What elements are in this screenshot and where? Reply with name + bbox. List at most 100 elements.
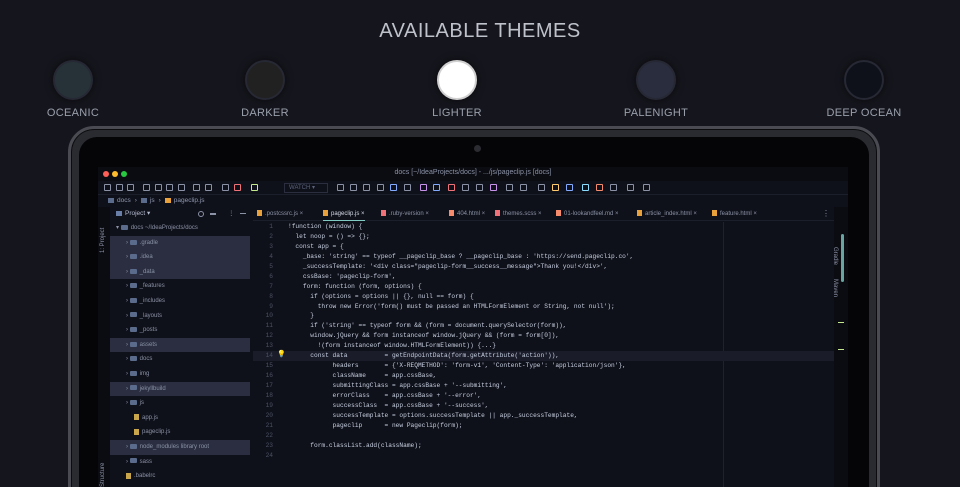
- toolbar-icon[interactable]: [582, 184, 589, 191]
- toolbar-icon[interactable]: [104, 184, 111, 191]
- close-tab-icon[interactable]: ×: [359, 211, 365, 217]
- change-marker[interactable]: [838, 349, 844, 350]
- toolbar-icon[interactable]: [538, 184, 545, 191]
- maven-tool-tab[interactable]: Maven: [832, 279, 838, 297]
- code-area[interactable]: 1 !function (window) {2 let noop = () => …: [253, 222, 834, 487]
- toolbar-icon[interactable]: [251, 184, 258, 191]
- code-line[interactable]: 10 }: [253, 311, 834, 321]
- code-line[interactable]: 24: [253, 451, 834, 461]
- theme-option-deep-ocean[interactable]: DEEP OCEAN: [804, 60, 924, 119]
- tree-item[interactable]: › .gradle: [110, 235, 250, 251]
- toolbar-icon[interactable]: [193, 184, 200, 191]
- code-line[interactable]: 4 _base: 'string' == typeof __pageclip_b…: [253, 252, 834, 262]
- tree-item[interactable]: › _features: [110, 279, 250, 294]
- editor-tab[interactable]: 01-lookandfeel.md ×: [556, 207, 619, 221]
- code-line[interactable]: 21 pageclip = new Pageclip(form);: [253, 421, 834, 431]
- toolbar-icon[interactable]: [222, 184, 229, 191]
- theme-swatch[interactable]: [53, 60, 93, 100]
- code-line[interactable]: 5 _successTemplate: '<div class="pagecli…: [253, 262, 834, 272]
- tree-item[interactable]: app.js: [110, 411, 250, 426]
- project-tool-tab[interactable]: 1: Project: [100, 228, 106, 253]
- tree-item[interactable]: › .idea: [110, 250, 250, 265]
- breadcrumb-item[interactable]: pageclip.js: [174, 197, 205, 204]
- tree-item[interactable]: › img: [110, 367, 250, 382]
- code-line[interactable]: 6 cssBase: 'pageclip-form',: [253, 272, 834, 282]
- theme-option-lighter[interactable]: LIGHTER: [397, 60, 517, 119]
- toolbar-icon[interactable]: [143, 184, 150, 191]
- code-line[interactable]: 16 className = app.cssBase,: [253, 371, 834, 381]
- editor-tab[interactable]: 404.html ×: [449, 207, 485, 221]
- toolbar-icon[interactable]: [566, 184, 573, 191]
- theme-option-palenight[interactable]: PALENIGHT: [596, 60, 716, 119]
- tree-item[interactable]: › js: [110, 396, 250, 411]
- toolbar-icon[interactable]: [627, 184, 634, 191]
- code-line[interactable]: 22: [253, 431, 834, 441]
- code-editor[interactable]: .postcssrc.js × pageclip.js × .ruby-versio…: [253, 207, 834, 487]
- toolbar-icon[interactable]: [448, 184, 455, 191]
- project-panel-label[interactable]: Project: [125, 210, 145, 217]
- code-line[interactable]: 3 const app = {: [253, 242, 834, 252]
- tree-item[interactable]: › _posts: [110, 323, 250, 338]
- code-line[interactable]: 19 successClass = app.cssBase + '--succe…: [253, 401, 834, 411]
- change-marker[interactable]: [838, 322, 844, 323]
- code-line[interactable]: 2 let noop = () => {};: [253, 232, 834, 242]
- toolbar-icon[interactable]: [205, 184, 212, 191]
- code-line[interactable]: 17 submittingClass = app.cssBase + '--su…: [253, 381, 834, 391]
- toolbar-icon[interactable]: [490, 184, 497, 191]
- breadcrumb-item[interactable]: js: [150, 197, 155, 204]
- code-line[interactable]: 8 if (options = options || {}, null == f…: [253, 292, 834, 302]
- tree-item[interactable]: › _layouts: [110, 309, 250, 324]
- toolbar-icon[interactable]: [433, 184, 440, 191]
- breadcrumb-item[interactable]: docs: [117, 197, 131, 204]
- code-line[interactable]: 18 errorClass = app.cssBase + '--error',: [253, 391, 834, 401]
- editor-tab[interactable]: themes.scss ×: [495, 207, 542, 221]
- editor-tab[interactable]: pageclip.js ×: [323, 207, 365, 221]
- editor-tab[interactable]: .postcssrc.js ×: [257, 207, 303, 221]
- toolbar-icon[interactable]: [643, 184, 650, 191]
- tree-item[interactable]: › node_modules library root: [110, 439, 250, 455]
- gradle-tool-tab[interactable]: Gradle: [832, 247, 838, 265]
- more-options-icon[interactable]: ⋮: [228, 207, 235, 221]
- toolbar-icon[interactable]: [377, 184, 384, 191]
- close-tab-icon[interactable]: ×: [480, 211, 486, 217]
- theme-swatch[interactable]: [437, 60, 477, 100]
- toolbar-icon[interactable]: [476, 184, 483, 191]
- toolbar-icon[interactable]: [520, 184, 527, 191]
- collapse-icon[interactable]: [210, 213, 216, 215]
- close-tab-icon[interactable]: ×: [424, 211, 429, 217]
- code-line[interactable]: 1 !function (window) {: [253, 222, 834, 232]
- close-tab-icon[interactable]: ×: [298, 211, 304, 217]
- code-line[interactable]: 9 throw new Error('form() must be passed…: [253, 302, 834, 312]
- tree-item[interactable]: › _includes: [110, 294, 250, 309]
- code-line[interactable]: 23 form.classList.add(className);: [253, 441, 834, 451]
- theme-option-oceanic[interactable]: OCEANIC: [13, 60, 133, 119]
- watch-dropdown[interactable]: WATCH ▾: [284, 183, 328, 193]
- theme-swatch[interactable]: [245, 60, 285, 100]
- settings-icon[interactable]: [198, 211, 204, 217]
- lightbulb-icon[interactable]: 💡: [277, 351, 286, 361]
- code-line[interactable]: 15 headers = {'X-REQMETHOD': 'form-v1', …: [253, 361, 834, 371]
- theme-option-darker[interactable]: DARKER: [205, 60, 325, 119]
- toolbar-icon[interactable]: [610, 184, 617, 191]
- toolbar-icon[interactable]: [552, 184, 559, 191]
- tree-item[interactable]: › assets: [110, 337, 250, 353]
- theme-swatch[interactable]: [844, 60, 884, 100]
- structure-tool-tab[interactable]: Structure: [100, 463, 106, 487]
- close-tab-icon[interactable]: ×: [692, 211, 697, 217]
- tree-item[interactable]: .babelrc: [110, 469, 250, 484]
- close-tab-icon[interactable]: ×: [752, 211, 757, 217]
- code-line[interactable]: 11 if ('string' == typeof form && (form …: [253, 321, 834, 331]
- toolbar-icon[interactable]: [350, 184, 357, 191]
- code-line[interactable]: 13 !(form instanceof window.HTMLFormElem…: [253, 341, 834, 351]
- code-line[interactable]: 20 successTemplate = options.successTemp…: [253, 411, 834, 421]
- tree-item[interactable]: › docs: [110, 352, 250, 367]
- editor-tab[interactable]: feature.html ×: [712, 207, 757, 221]
- editor-scrollbar[interactable]: [841, 234, 844, 282]
- toolbar-icon[interactable]: [155, 184, 162, 191]
- toolbar-icon[interactable]: [420, 184, 427, 191]
- toolbar-icon[interactable]: [506, 184, 513, 191]
- code-line[interactable]: 12 window.jQuery && form instanceof wind…: [253, 331, 834, 341]
- tree-item[interactable]: › sass: [110, 455, 250, 470]
- toolbar-icon[interactable]: [337, 184, 344, 191]
- close-tab-icon[interactable]: ×: [613, 211, 619, 217]
